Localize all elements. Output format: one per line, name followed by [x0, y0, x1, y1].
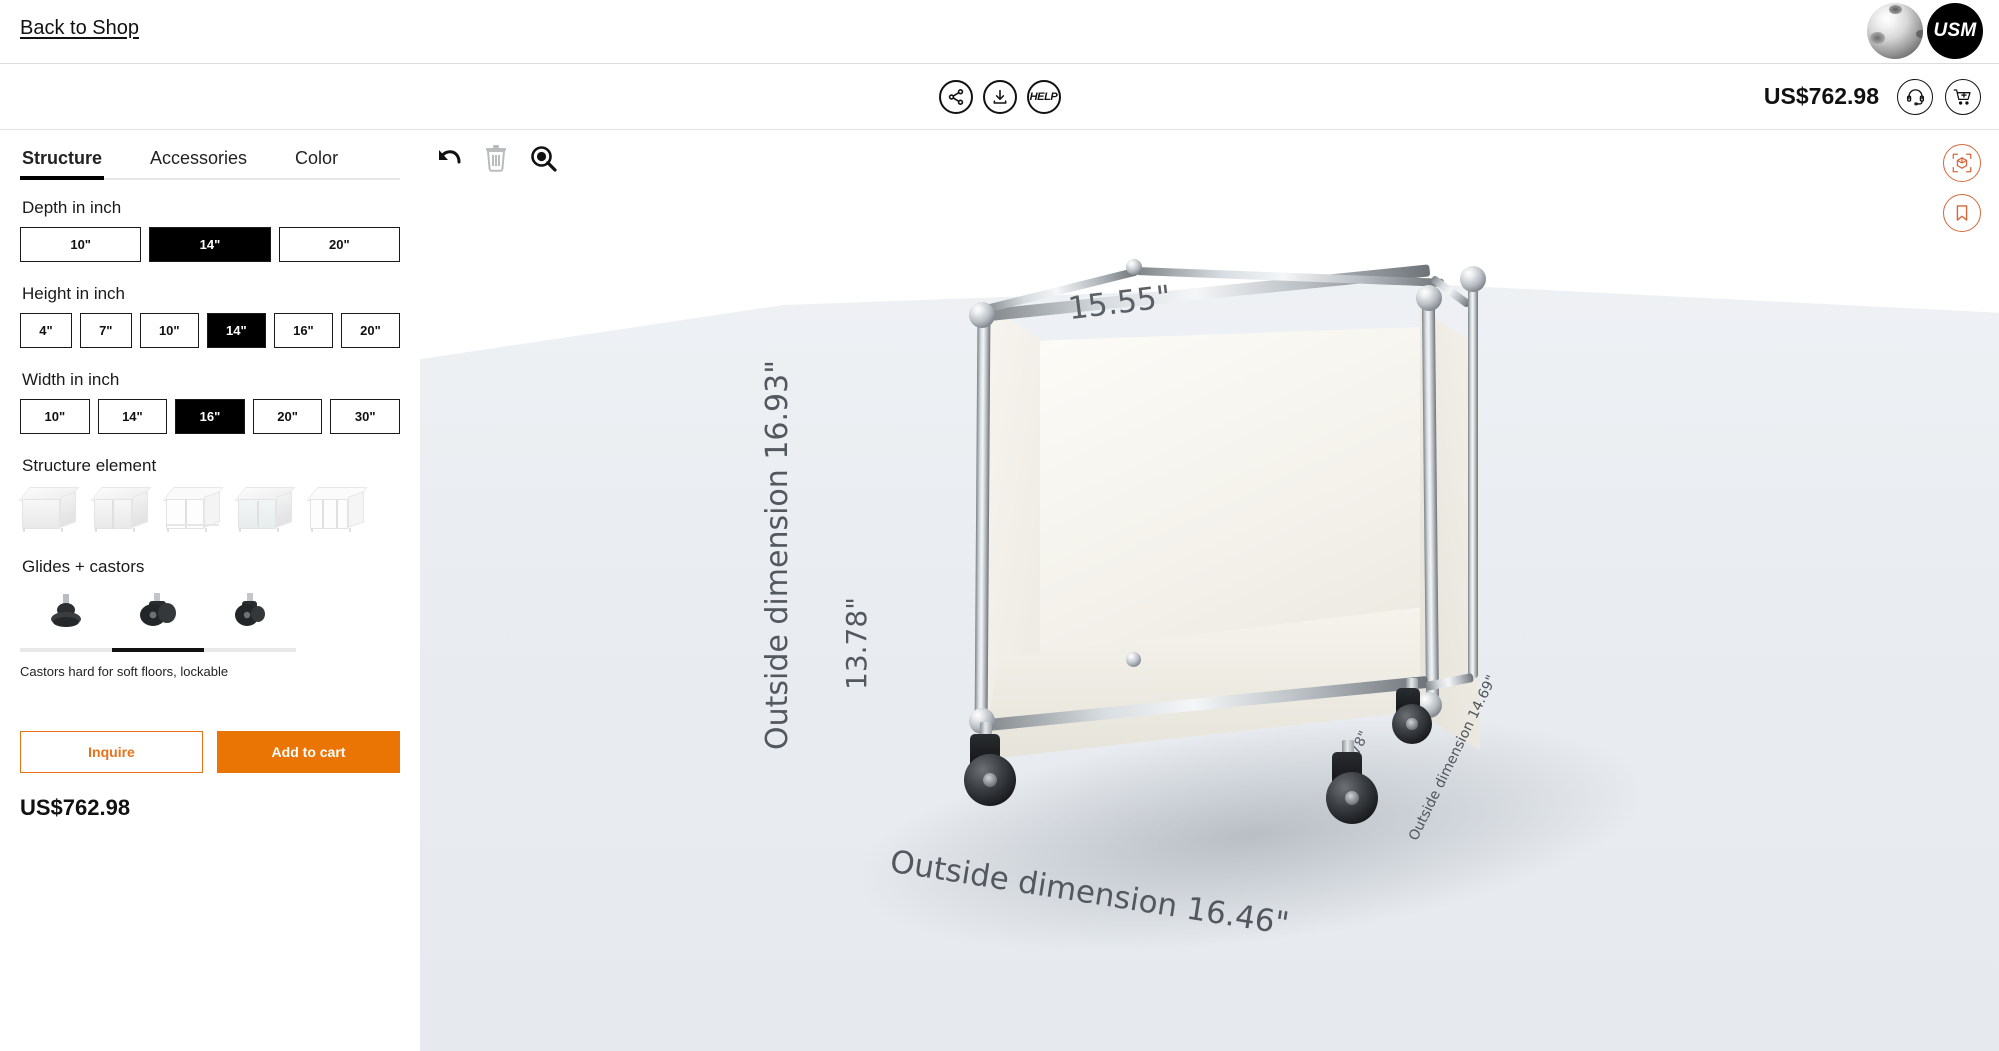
top-bar: Back to Shop USM	[0, 0, 1999, 64]
delete-icon[interactable]	[484, 144, 508, 172]
bookmark-icon[interactable]	[1943, 194, 1981, 232]
add-to-cart-icon[interactable]	[1945, 78, 1981, 115]
width-label: Width in inch	[22, 370, 120, 389]
header-price: US$762.98	[1763, 83, 1879, 109]
model-joint-top-left	[969, 302, 995, 328]
width-option-10[interactable]: 10"	[20, 399, 90, 434]
action-bar-right-group: US$762.98	[1763, 78, 1981, 115]
glide-option-underline	[20, 648, 112, 652]
width-options: 10" 14" 16" 20" 30"	[20, 399, 400, 434]
center-tool-group: HELP	[938, 79, 1061, 114]
height-option-16[interactable]: 16"	[273, 313, 333, 348]
glides-label: Glides + castors	[22, 557, 145, 576]
sidebar-price: US$762.98	[20, 795, 131, 820]
furniture-3d-model[interactable]: 15.55" Outside dimension 16.93" 13.78" O…	[420, 130, 1999, 1051]
ar-view-icon[interactable]	[1943, 144, 1981, 182]
height-option-7[interactable]: 7"	[79, 313, 132, 348]
zoom-reset-icon[interactable]	[530, 145, 557, 172]
tab-structure[interactable]: Structure	[20, 144, 105, 180]
height-label: Height in inch	[22, 284, 126, 303]
dimension-bottom-outside: Outside dimension 16.46"	[887, 843, 1292, 943]
model-joint-top-back-left	[1126, 259, 1142, 275]
model-joint-bottom-mid	[1126, 652, 1141, 667]
castor-hard-floor-icon	[228, 586, 272, 634]
structure-element-divided-frame[interactable]	[306, 485, 368, 533]
height-options: 4" 7" 10" 14" 16" 20"	[20, 313, 401, 348]
glides-options	[20, 586, 400, 652]
depth-label: Depth in inch	[22, 198, 122, 217]
glide-option-castor-soft-floor[interactable]	[112, 586, 204, 652]
help-icon[interactable]: HELP	[1026, 79, 1061, 114]
model-joint-top-front-right	[1416, 285, 1442, 311]
inquire-button[interactable]: Inquire	[20, 731, 203, 773]
help-label: HELP	[1029, 90, 1058, 103]
height-option-10[interactable]: 10"	[139, 313, 199, 348]
canvas-right-tools	[1943, 144, 1981, 232]
width-option-14[interactable]: 14"	[97, 399, 168, 434]
depth-option-20[interactable]: 20"	[278, 227, 400, 262]
glide-foot-icon	[44, 586, 88, 634]
back-to-shop-link[interactable]: Back to Shop	[20, 17, 139, 40]
brand-logo[interactable]: USM	[1867, 3, 1983, 59]
dimension-left-outside: Outside dimension 16.93"	[760, 359, 795, 750]
tab-accessories[interactable]: Accessories	[148, 144, 249, 178]
usm-chrome-ball-icon	[1867, 3, 1923, 59]
dimension-left-inner: 13.78"	[840, 596, 873, 690]
glide-option-underline-selected	[112, 648, 204, 652]
sidebar-tabs: Structure Accessories Color	[20, 144, 400, 180]
tab-color[interactable]: Color	[293, 144, 340, 178]
model-bar-right-back-vertical	[1468, 278, 1478, 678]
model-joint-top-back-right	[1460, 266, 1486, 292]
main-area: Structure Accessories Color Depth in inc…	[0, 130, 1999, 1051]
structure-element-open-frame[interactable]	[162, 485, 224, 533]
download-icon[interactable]	[982, 79, 1017, 114]
headset-icon[interactable]	[1897, 78, 1933, 115]
depth-option-14[interactable]: 14"	[149, 227, 271, 262]
structure-element-panel[interactable]	[234, 485, 296, 533]
width-option-20[interactable]: 20"	[252, 399, 323, 434]
structure-element-closed-box[interactable]	[18, 485, 80, 533]
glide-option-underline	[204, 648, 296, 652]
share-icon[interactable]	[938, 79, 973, 114]
castor-soft-floor-icon	[134, 586, 182, 634]
structure-element-open-front[interactable]	[90, 485, 152, 533]
canvas-toolbar	[432, 144, 557, 172]
action-bar: HELP US$762.98	[0, 64, 1999, 130]
structure-element-options	[18, 485, 400, 533]
viewer-canvas[interactable]: 15.55" Outside dimension 16.93" 13.78" O…	[420, 130, 1999, 1051]
width-option-30[interactable]: 30"	[330, 399, 400, 434]
cta-row: Inquire Add to cart	[20, 731, 400, 773]
configurator-sidebar: Structure Accessories Color Depth in inc…	[0, 130, 420, 1051]
height-option-20[interactable]: 20"	[340, 313, 401, 348]
width-option-16[interactable]: 16"	[175, 399, 245, 434]
glide-option-castor-hard-floor[interactable]	[204, 586, 296, 652]
height-option-4[interactable]: 4"	[20, 313, 72, 348]
depth-options: 10" 14" 20"	[20, 227, 400, 262]
height-option-14[interactable]: 14"	[206, 313, 266, 348]
add-to-cart-button[interactable]: Add to cart	[217, 731, 400, 773]
depth-option-10[interactable]: 10"	[20, 227, 142, 262]
usm-wordmark: USM	[1927, 3, 1983, 59]
glides-caption: Castors hard for soft floors, lockable	[20, 664, 229, 679]
glide-option-glide-foot[interactable]	[20, 586, 112, 652]
structure-element-label: Structure element	[22, 456, 157, 475]
undo-icon[interactable]	[432, 145, 462, 171]
